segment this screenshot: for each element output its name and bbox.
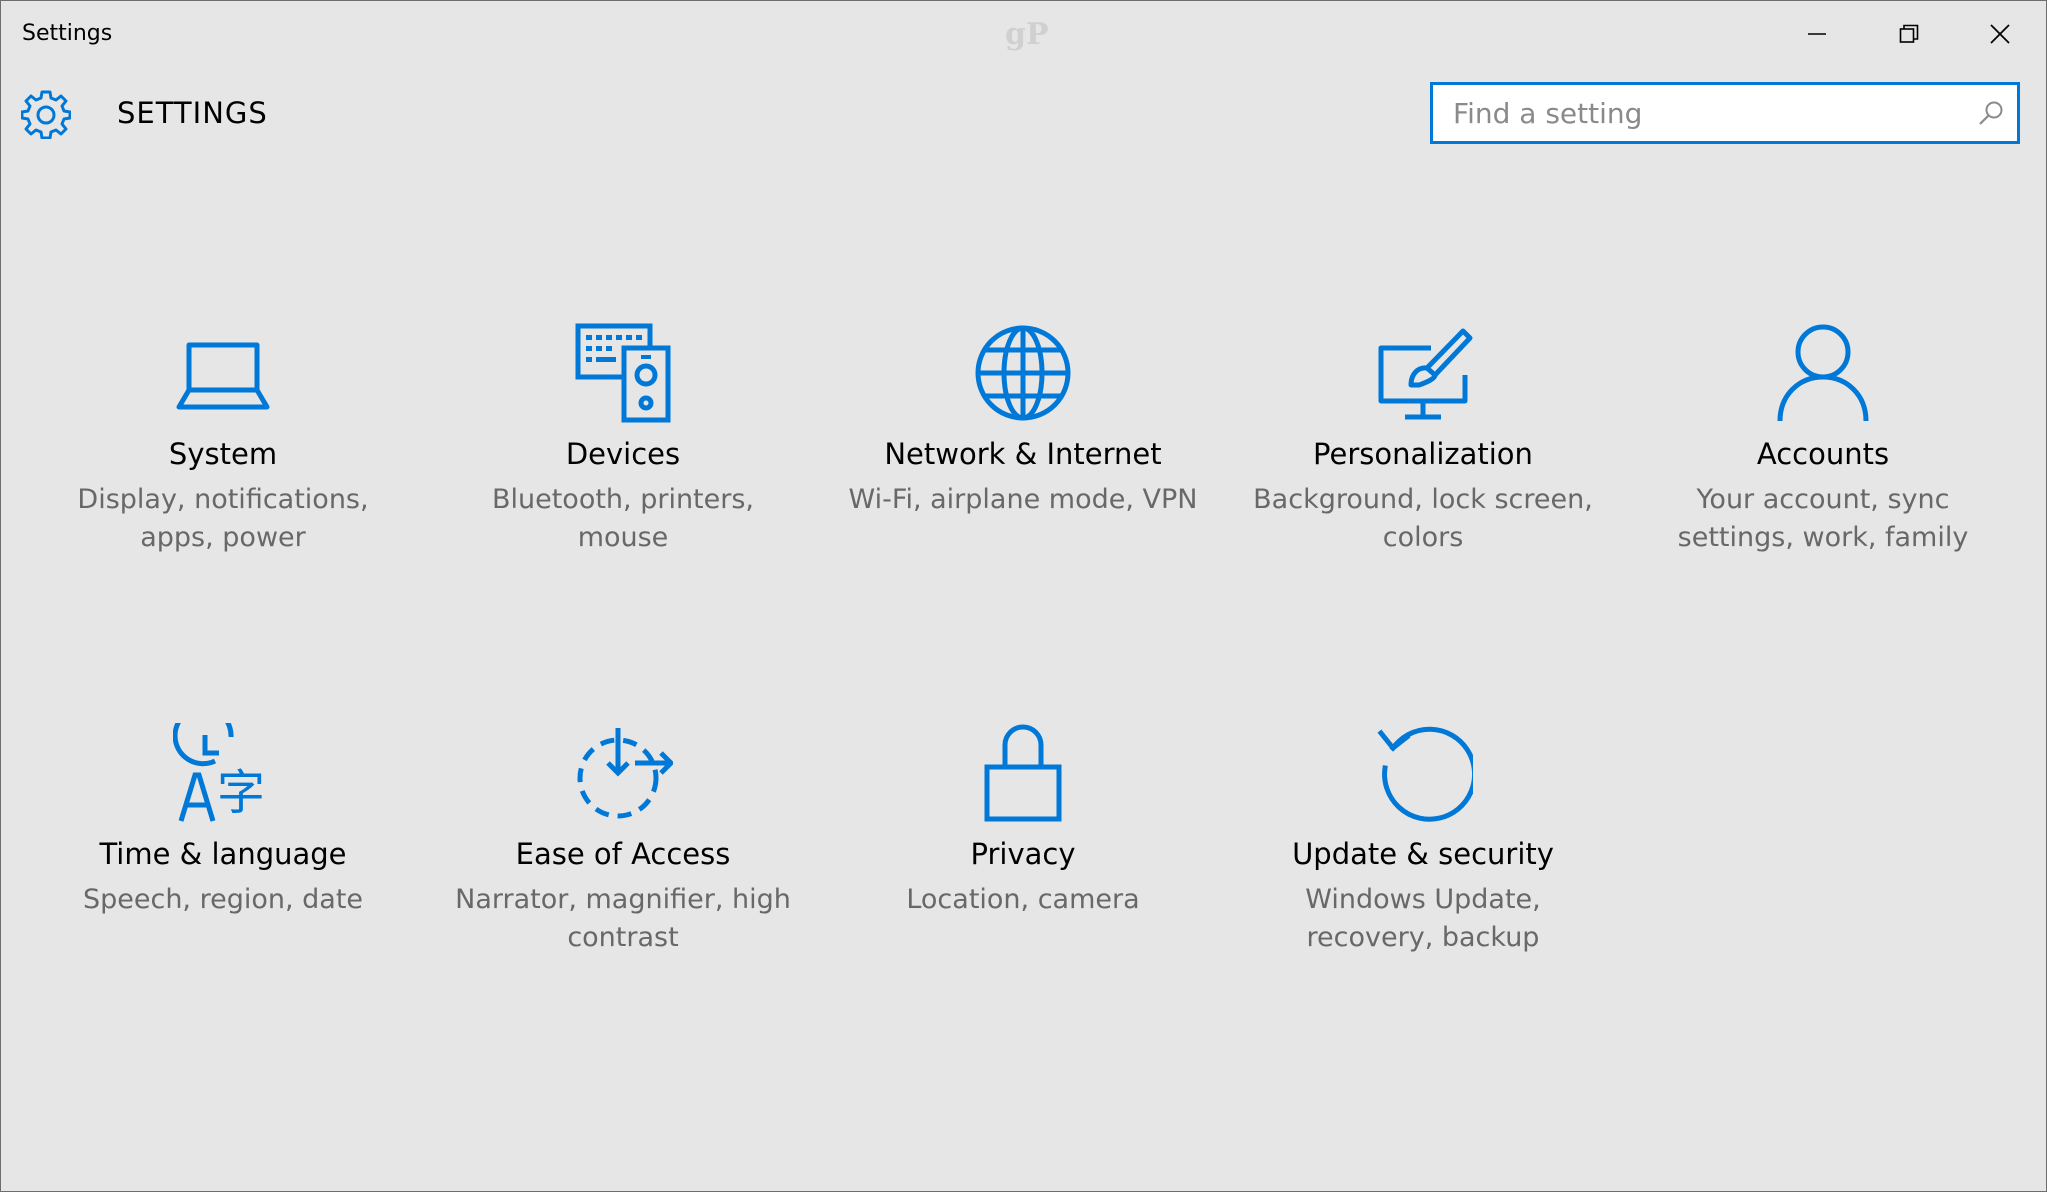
tile-description: Bluetooth, printers, mouse [491, 484, 755, 553]
tile-title: Network & Internet [884, 437, 1162, 471]
person-icon [1773, 323, 1873, 423]
tile-title: Ease of Access [515, 837, 731, 871]
globe-icon [973, 323, 1073, 423]
tile-ease-of-access[interactable]: Ease of Access Narrator, magnifier, high… [433, 723, 813, 1023]
search-box[interactable] [1430, 82, 2020, 144]
tile-description: Display, notifications, apps, power [77, 484, 369, 553]
tile-title: Devices [565, 437, 681, 471]
tile-update-security[interactable]: Update & security Windows Update, recove… [1233, 723, 1613, 1023]
tile-description: Background, lock screen, colors [1253, 484, 1593, 553]
search-icon[interactable] [1977, 99, 2005, 127]
devices-icon [573, 323, 673, 423]
tile-privacy[interactable]: Privacy Location, camera [833, 723, 1213, 1023]
restore-button[interactable] [1863, 1, 1955, 67]
window-title: Settings [22, 21, 113, 46]
minimize-icon [1808, 33, 1826, 35]
tile-devices[interactable]: Devices Bluetooth, printers, mouse [433, 323, 813, 623]
tile-title: System [168, 437, 278, 471]
tile-network-internet[interactable]: Network & Internet Wi-Fi, airplane mode,… [833, 323, 1213, 623]
tile-accounts[interactable]: Accounts Your account, sync settings, wo… [1633, 323, 2013, 623]
tile-title: Update & security [1292, 837, 1554, 871]
close-icon [1990, 24, 2010, 44]
tile-personalization[interactable]: Personalization Background, lock screen,… [1233, 323, 1613, 623]
watermark-logo: gP [1005, 17, 1049, 52]
tile-time-language[interactable]: 字 Time & language Speech, region, date [33, 723, 413, 1023]
tile-title: Personalization [1313, 437, 1533, 471]
tile-title: Accounts [1756, 437, 1890, 471]
minimize-button[interactable] [1771, 1, 1863, 67]
refresh-icon [1373, 723, 1473, 823]
tile-description: Narrator, magnifier, high contrast [455, 884, 791, 953]
page-title: SETTINGS [117, 96, 268, 130]
tile-description: Speech, region, date [82, 884, 364, 915]
lock-icon [973, 723, 1073, 823]
time-language-icon: 字 [173, 723, 273, 823]
personalization-icon [1373, 323, 1473, 423]
svg-text:字: 字 [217, 765, 265, 821]
tile-description: Your account, sync settings, work, famil… [1677, 484, 1969, 553]
restore-icon [1899, 24, 1919, 43]
tile-description: Location, camera [906, 884, 1140, 915]
gear-icon [20, 89, 72, 140]
close-button[interactable] [1954, 1, 2046, 67]
settings-window: Settings gP SETTINGS Find a setting Syst… [0, 0, 2047, 1192]
tile-title: Time & language [99, 837, 347, 871]
search-input[interactable] [1433, 85, 1973, 141]
tile-title: Privacy [970, 837, 1076, 871]
ease-of-access-icon [573, 723, 673, 823]
tile-description: Windows Update, recovery, backup [1305, 884, 1541, 953]
laptop-icon [173, 323, 273, 423]
title-bar[interactable]: Settings gP [1, 1, 2046, 67]
tile-system[interactable]: System Display, notifications, apps, pow… [33, 323, 413, 623]
tile-description: Wi-Fi, airplane mode, VPN [848, 484, 1198, 515]
